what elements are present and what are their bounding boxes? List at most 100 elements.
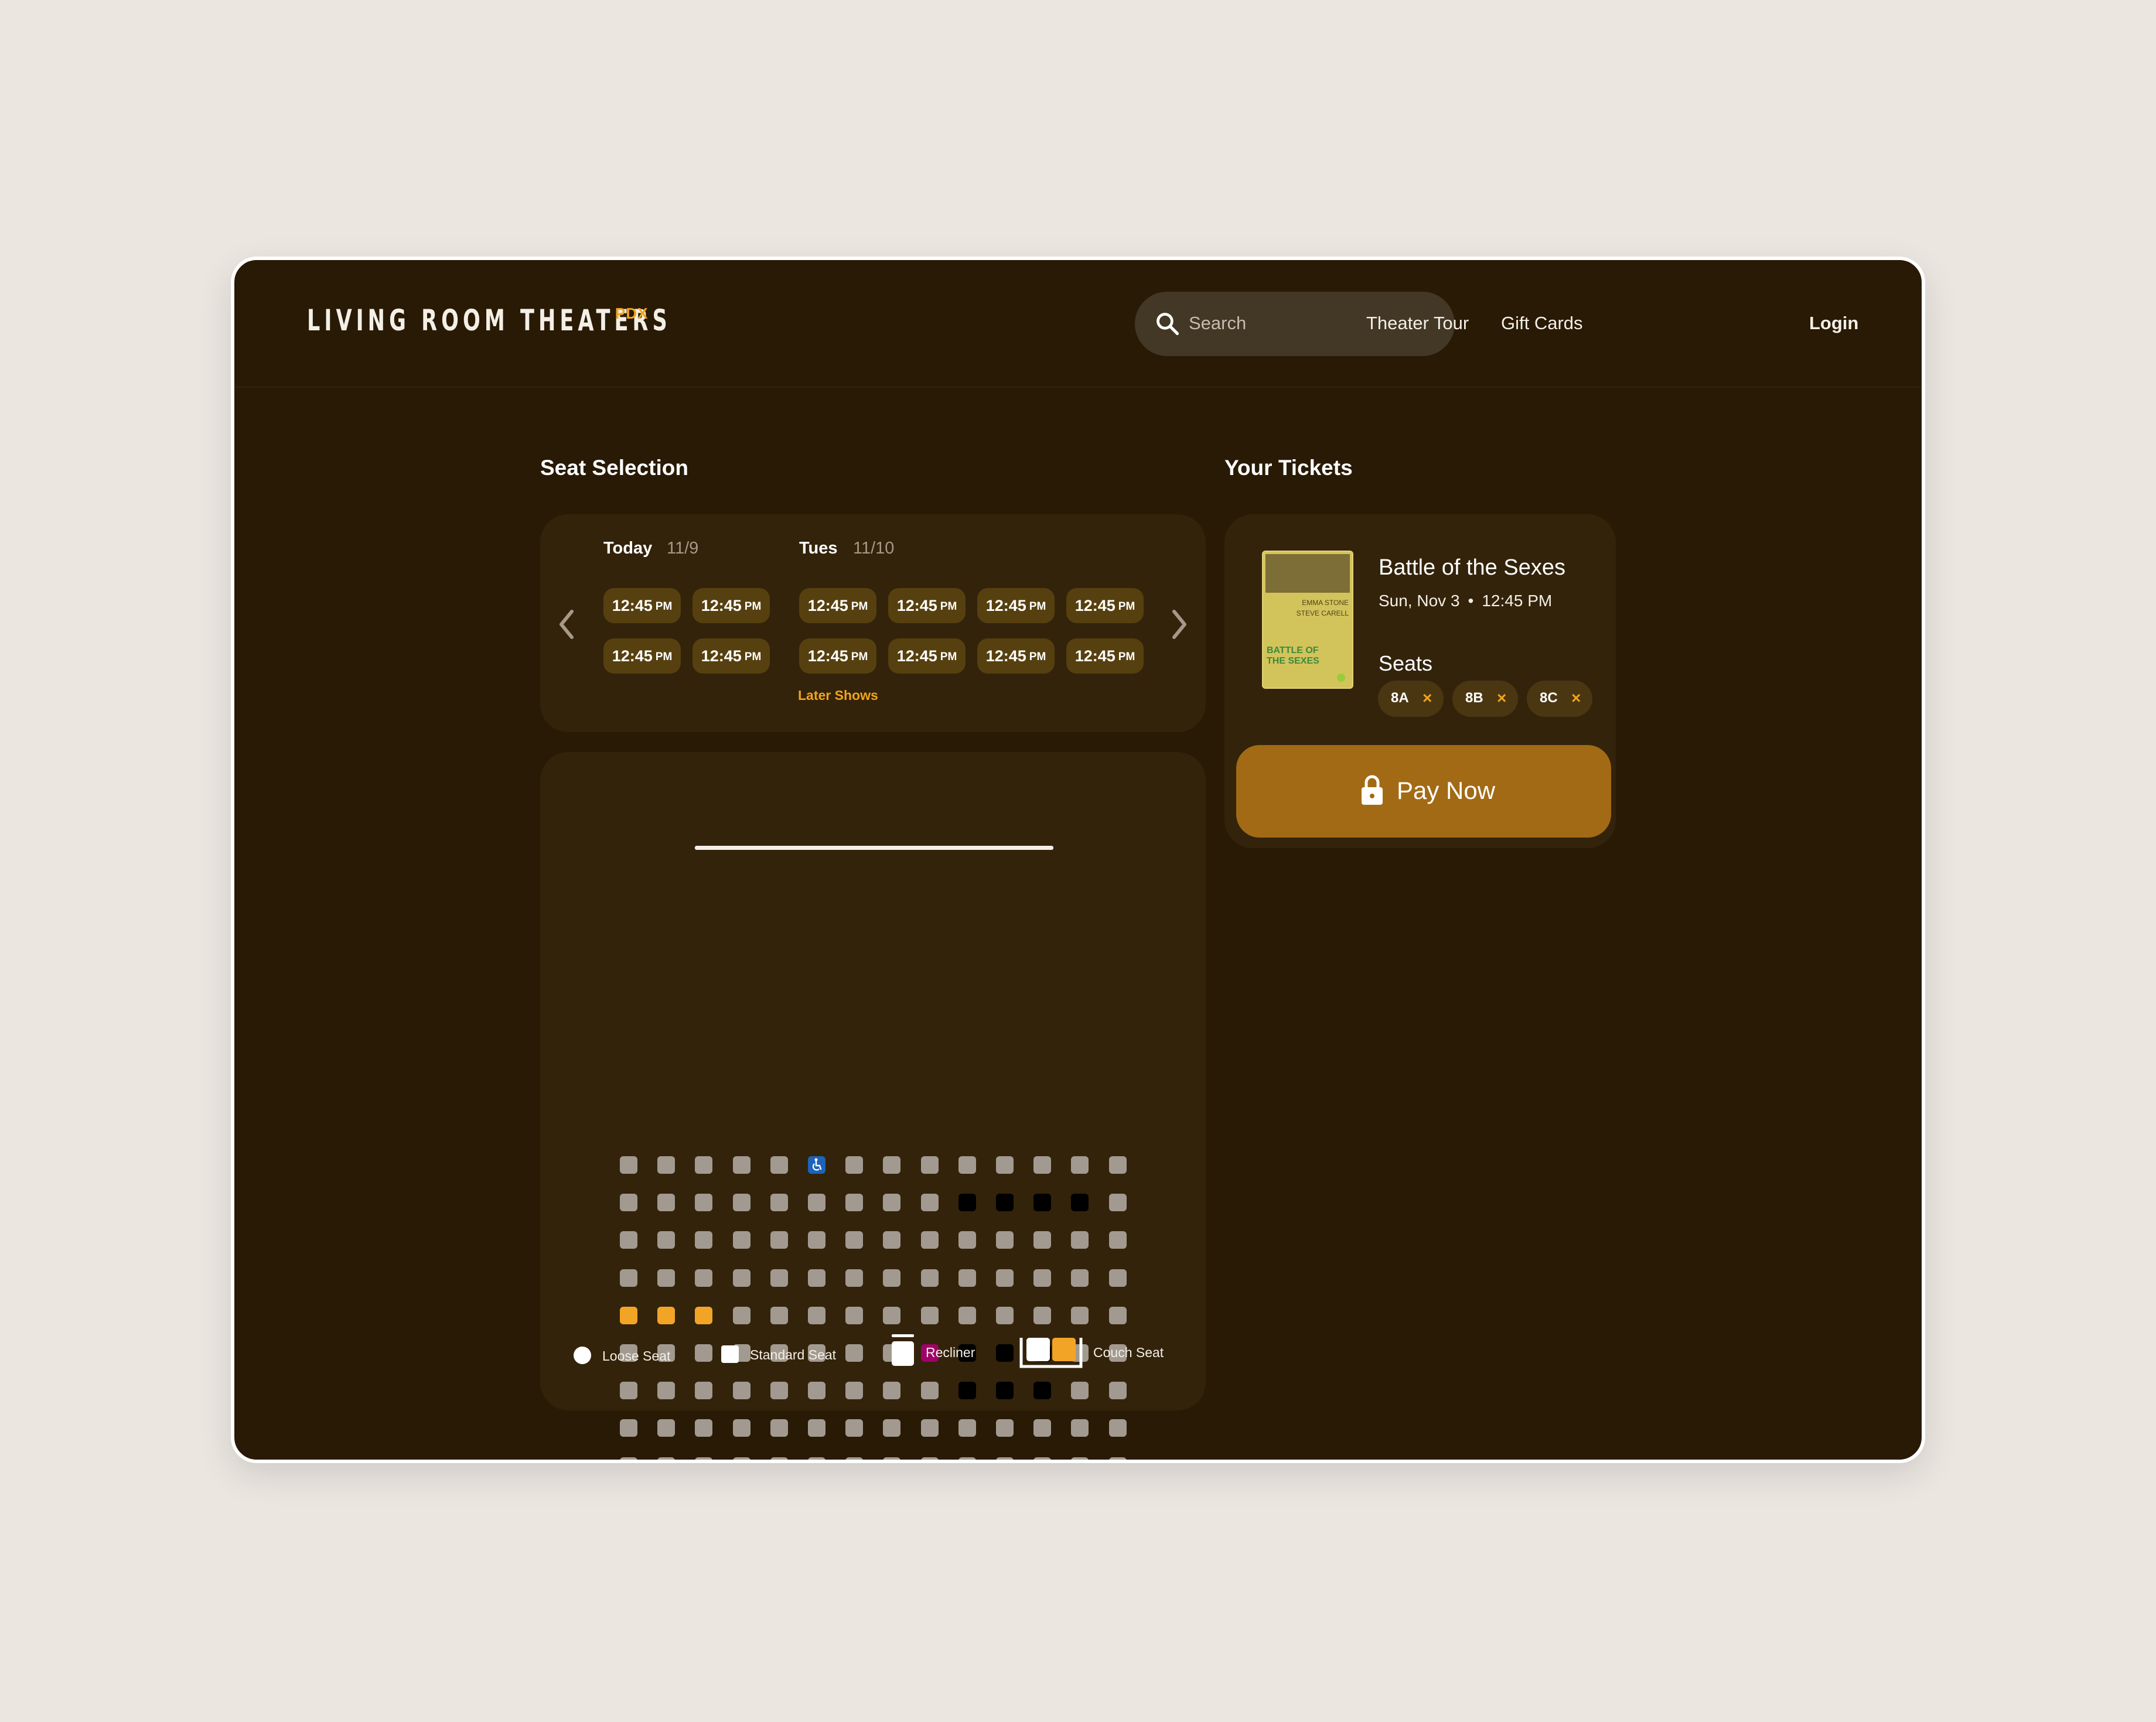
seat[interactable] — [808, 1457, 825, 1460]
seat[interactable] — [1109, 1231, 1127, 1249]
remove-seat-icon[interactable]: × — [1422, 689, 1432, 708]
seat[interactable] — [1109, 1382, 1127, 1399]
seat[interactable] — [958, 1156, 976, 1174]
seat[interactable] — [695, 1382, 712, 1399]
seat[interactable] — [1109, 1457, 1127, 1460]
seat[interactable] — [733, 1419, 750, 1437]
seat-taken[interactable] — [1033, 1194, 1051, 1211]
seat[interactable] — [808, 1231, 825, 1249]
showtime-pill[interactable]: 12:45 PM — [692, 638, 770, 674]
seat[interactable] — [845, 1419, 863, 1437]
seat[interactable] — [1033, 1156, 1051, 1174]
seat[interactable] — [695, 1344, 712, 1362]
seat[interactable] — [958, 1307, 976, 1324]
seat[interactable] — [620, 1269, 637, 1287]
seat[interactable] — [695, 1457, 712, 1460]
seat[interactable] — [657, 1382, 675, 1399]
seat[interactable] — [996, 1457, 1014, 1460]
seat[interactable] — [657, 1156, 675, 1174]
seat[interactable] — [733, 1231, 750, 1249]
seat[interactable] — [1033, 1457, 1051, 1460]
seat[interactable] — [996, 1307, 1014, 1324]
seat[interactable] — [921, 1457, 939, 1460]
seat[interactable] — [1033, 1419, 1051, 1437]
pay-now-button[interactable]: Pay Now — [1236, 745, 1611, 838]
seat[interactable] — [695, 1194, 712, 1211]
seat-taken[interactable] — [1071, 1194, 1089, 1211]
seat[interactable] — [733, 1194, 750, 1211]
seat[interactable] — [1033, 1231, 1051, 1249]
seat[interactable] — [845, 1344, 863, 1362]
seat[interactable] — [695, 1269, 712, 1287]
showtime-pill[interactable]: 12:45 PM — [888, 588, 966, 623]
showtime-pill[interactable]: 12:45 PM — [603, 588, 681, 623]
seat[interactable] — [1109, 1194, 1127, 1211]
seat[interactable] — [733, 1307, 750, 1324]
seat[interactable] — [845, 1231, 863, 1249]
seat[interactable] — [657, 1419, 675, 1437]
seat[interactable] — [996, 1269, 1014, 1287]
seat[interactable] — [770, 1231, 788, 1249]
showtime-pill[interactable]: 12:45 PM — [977, 588, 1055, 623]
seat[interactable] — [883, 1307, 900, 1324]
seat-taken[interactable] — [958, 1194, 976, 1211]
seat[interactable] — [921, 1382, 939, 1399]
seat[interactable] — [733, 1269, 750, 1287]
seat[interactable] — [1109, 1307, 1127, 1324]
showtime-pill[interactable]: 12:45 PM — [799, 588, 876, 623]
seat[interactable] — [921, 1419, 939, 1437]
chevron-left-icon[interactable] — [557, 607, 576, 642]
seat[interactable] — [883, 1419, 900, 1437]
seat[interactable] — [1109, 1419, 1127, 1437]
seat[interactable] — [958, 1457, 976, 1460]
seat[interactable] — [657, 1231, 675, 1249]
seat[interactable] — [620, 1156, 637, 1174]
seat[interactable] — [921, 1194, 939, 1211]
showtime-pill[interactable]: 12:45 PM — [1066, 638, 1144, 674]
seat[interactable] — [1071, 1382, 1089, 1399]
showtime-pill[interactable]: 12:45 PM — [799, 638, 876, 674]
seat[interactable] — [1109, 1156, 1127, 1174]
seat-taken[interactable] — [958, 1382, 976, 1399]
seat[interactable] — [620, 1457, 637, 1460]
seat[interactable] — [770, 1269, 788, 1287]
showtime-pill[interactable]: 12:45 PM — [977, 638, 1055, 674]
seat-accessible[interactable] — [808, 1156, 825, 1174]
nav-gift-cards[interactable]: Gift Cards — [1501, 313, 1583, 334]
seat[interactable] — [808, 1194, 825, 1211]
nav-theater-tour[interactable]: Theater Tour — [1366, 313, 1469, 334]
seat[interactable] — [1071, 1269, 1089, 1287]
seat[interactable] — [620, 1231, 637, 1249]
seat[interactable] — [1071, 1156, 1089, 1174]
seat[interactable] — [770, 1156, 788, 1174]
seat[interactable] — [657, 1194, 675, 1211]
later-shows-link[interactable]: Later Shows — [798, 688, 878, 703]
seat[interactable] — [620, 1419, 637, 1437]
seat[interactable] — [883, 1382, 900, 1399]
seat[interactable] — [620, 1382, 637, 1399]
seat[interactable] — [808, 1307, 825, 1324]
seat[interactable] — [770, 1457, 788, 1460]
seat[interactable] — [883, 1231, 900, 1249]
showtime-pill[interactable]: 12:45 PM — [1066, 588, 1144, 623]
seat-taken[interactable] — [996, 1382, 1014, 1399]
seat[interactable] — [695, 1419, 712, 1437]
seat[interactable] — [845, 1194, 863, 1211]
seat[interactable] — [845, 1269, 863, 1287]
seat[interactable] — [845, 1156, 863, 1174]
seat[interactable] — [921, 1269, 939, 1287]
seat[interactable] — [770, 1382, 788, 1399]
seat[interactable] — [770, 1419, 788, 1437]
seat[interactable] — [620, 1194, 637, 1211]
seat[interactable] — [733, 1382, 750, 1399]
seat[interactable] — [1071, 1307, 1089, 1324]
seat-selected[interactable] — [657, 1307, 675, 1324]
seat[interactable] — [883, 1194, 900, 1211]
seat[interactable] — [1071, 1231, 1089, 1249]
seat[interactable] — [1033, 1307, 1051, 1324]
seat[interactable] — [845, 1457, 863, 1460]
seat[interactable] — [770, 1307, 788, 1324]
seat[interactable] — [996, 1419, 1014, 1437]
seat[interactable] — [1109, 1269, 1127, 1287]
nav-login[interactable]: Login — [1809, 313, 1858, 334]
